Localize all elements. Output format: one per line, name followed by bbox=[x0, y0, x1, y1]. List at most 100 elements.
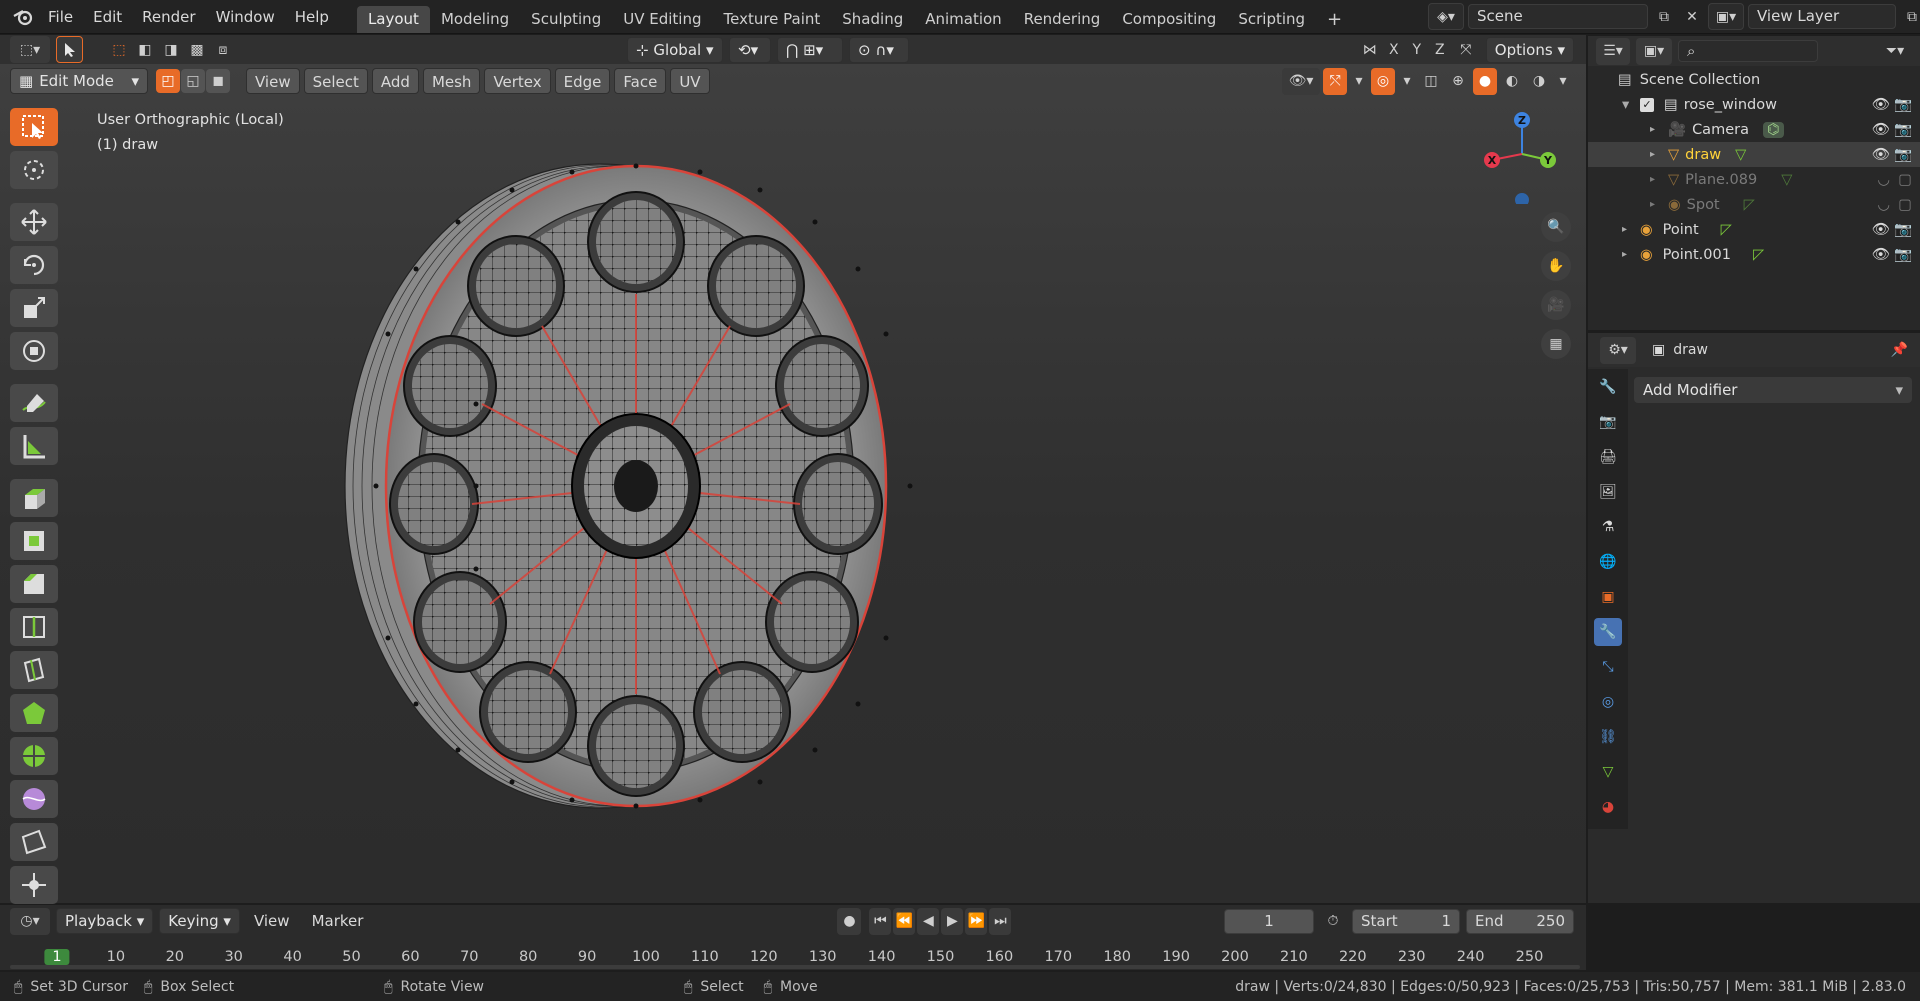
collapse-arrow-icon[interactable]: ▾ bbox=[1622, 97, 1640, 113]
menu-window[interactable]: Window bbox=[206, 0, 285, 34]
new-scene-icon[interactable]: ⧉ bbox=[1652, 3, 1676, 30]
face-select-icon[interactable]: ◼ bbox=[206, 69, 230, 93]
outliner-item-draw[interactable]: ▸ ▽ draw ▽ 👁 📷 bbox=[1588, 142, 1920, 167]
delete-scene-icon[interactable]: ✕ bbox=[1680, 3, 1704, 30]
outliner-item-rose-window[interactable]: ▾ ✓ ▤ rose_window 👁 📷 bbox=[1588, 92, 1920, 117]
vertex-select-icon[interactable]: ◰ bbox=[156, 69, 180, 93]
intersect-selection-icon[interactable]: ⧈ bbox=[211, 36, 235, 63]
tool-settings-tab-icon[interactable]: 🔧 bbox=[1594, 373, 1622, 401]
view-layer-tab-icon[interactable]: 🖼 bbox=[1594, 478, 1622, 506]
measure-icon[interactable] bbox=[10, 427, 58, 465]
shading-dropdown-icon[interactable]: ▾ bbox=[1554, 68, 1572, 95]
filter-icon[interactable]: ⏷▾ bbox=[1878, 38, 1912, 65]
outliner-search-input[interactable]: ⌕ bbox=[1678, 40, 1818, 62]
object-tab-icon[interactable]: ▣ bbox=[1594, 583, 1622, 611]
camera-render-icon[interactable]: ▢ bbox=[1898, 197, 1912, 213]
menu-face[interactable]: Face bbox=[614, 68, 667, 94]
smooth-icon[interactable] bbox=[10, 780, 58, 818]
camera-render-icon[interactable]: 📷 bbox=[1894, 221, 1912, 238]
checkbox-icon[interactable]: ✓ bbox=[1640, 97, 1654, 112]
tab-scripting[interactable]: Scripting bbox=[1227, 6, 1316, 33]
mesh-data-tab-icon[interactable]: ▽ bbox=[1594, 758, 1622, 786]
outliner-type-icon[interactable]: ☰▾ bbox=[1596, 37, 1630, 65]
annotate-icon[interactable] bbox=[10, 384, 58, 422]
modifier-tab-icon[interactable]: 🔧 bbox=[1594, 618, 1622, 646]
snap-dropdown[interactable]: ⋂ ⊞▾ bbox=[777, 36, 843, 63]
blender-logo-icon[interactable] bbox=[8, 3, 38, 30]
mirror-z-toggle[interactable]: Z bbox=[1430, 36, 1450, 63]
visibility-dropdown-icon[interactable]: 👁▾ bbox=[1282, 67, 1320, 95]
proportional-edit-dropdown[interactable]: ⊙ ∩▾ bbox=[849, 36, 909, 63]
menu-view[interactable]: View bbox=[246, 68, 300, 94]
render-tab-icon[interactable]: 📷 bbox=[1594, 408, 1622, 436]
tab-uv-editing[interactable]: UV Editing bbox=[612, 6, 712, 33]
scale-icon[interactable] bbox=[10, 289, 58, 327]
camera-render-icon[interactable]: 📷 bbox=[1894, 146, 1912, 163]
scene-icon[interactable]: ◈▾ bbox=[1428, 3, 1464, 30]
bevel-icon[interactable] bbox=[10, 565, 58, 603]
physics-tab-icon[interactable]: ◎ bbox=[1594, 688, 1622, 716]
shear-icon[interactable] bbox=[10, 823, 58, 861]
pivot-dropdown[interactable]: ⟲▾ bbox=[729, 36, 771, 63]
frame-ruler[interactable]: 1 10 20 30 40 50 60 70 80 90 100 110 120 130 140 150 160… bbox=[0, 905, 1586, 970]
loop-cut-icon[interactable] bbox=[10, 608, 58, 646]
world-tab-icon[interactable]: 🌐 bbox=[1594, 548, 1622, 576]
outliner-item-spot[interactable]: ▸ ◉ Spot ◸ ◡ ▢ bbox=[1588, 192, 1920, 217]
menu-file[interactable]: File bbox=[38, 0, 83, 34]
zoom-icon[interactable]: 🔍 bbox=[1541, 212, 1571, 242]
menu-vertex[interactable]: Vertex bbox=[484, 68, 551, 94]
editor-type-icon[interactable]: ⬚▾ bbox=[10, 36, 50, 63]
tab-animation[interactable]: Animation bbox=[914, 6, 1012, 33]
add-workspace-button[interactable]: + bbox=[1316, 6, 1353, 33]
outliner-item-camera[interactable]: ▸ 🎥 Camera ⌬ 👁 📷 bbox=[1588, 117, 1920, 142]
menu-help[interactable]: Help bbox=[285, 0, 339, 34]
3d-viewport[interactable] bbox=[0, 64, 1586, 903]
eye-closed-icon[interactable]: ◡ bbox=[1877, 172, 1890, 188]
pan-hand-icon[interactable]: ✋ bbox=[1541, 251, 1571, 281]
view-layer-icon[interactable]: ▣▾ bbox=[1708, 3, 1744, 30]
move-icon[interactable] bbox=[10, 203, 58, 241]
properties-type-icon[interactable]: ⚙▾ bbox=[1600, 336, 1636, 364]
shrink-fatten-icon[interactable] bbox=[10, 866, 58, 904]
rendered-shading-icon[interactable]: ◑ bbox=[1527, 68, 1551, 95]
camera-render-icon[interactable]: ▢ bbox=[1898, 172, 1912, 188]
add-modifier-dropdown[interactable]: Add Modifier ▾ bbox=[1634, 377, 1912, 403]
expand-arrow-icon[interactable]: ▸ bbox=[1622, 249, 1640, 260]
outliner-item-point-001[interactable]: ▸ ◉ Point.001 ◸ 👁 📷 bbox=[1588, 242, 1920, 267]
expand-arrow-icon[interactable]: ▸ bbox=[1622, 224, 1640, 235]
expand-arrow-icon[interactable]: ▸ bbox=[1650, 174, 1668, 185]
overlay-toggle-icon[interactable]: ◎ bbox=[1371, 67, 1395, 95]
menu-add[interactable]: Add bbox=[371, 68, 419, 94]
set-selection-icon[interactable]: ⬚ bbox=[107, 36, 131, 63]
tab-modeling[interactable]: Modeling bbox=[430, 6, 520, 33]
view-layer-field[interactable]: View Layer bbox=[1748, 4, 1896, 29]
material-shading-icon[interactable]: ◐ bbox=[1500, 68, 1524, 95]
eye-icon[interactable]: 👁 bbox=[1872, 221, 1890, 238]
subtract-selection-icon[interactable]: ◨ bbox=[159, 36, 183, 63]
eye-icon[interactable]: 👁 bbox=[1872, 96, 1890, 113]
wireframe-shading-icon[interactable]: ⊕ bbox=[1446, 68, 1470, 95]
spin-icon[interactable] bbox=[10, 737, 58, 775]
extend-selection-icon[interactable]: ◧ bbox=[133, 36, 157, 63]
tab-sculpting[interactable]: Sculpting bbox=[520, 6, 612, 33]
invert-selection-icon[interactable]: ▩ bbox=[185, 36, 209, 63]
outliner-root[interactable]: ▤ Scene Collection bbox=[1588, 67, 1920, 92]
inset-icon[interactable] bbox=[10, 522, 58, 560]
timeline-scrollbar[interactable] bbox=[10, 965, 1580, 969]
scene-name-field[interactable]: Scene bbox=[1468, 4, 1648, 29]
camera-view-icon[interactable]: 🎥 bbox=[1541, 290, 1571, 320]
rose-window-mesh[interactable] bbox=[0, 64, 1586, 903]
navigation-gizmo[interactable]: Z X Y bbox=[1480, 104, 1560, 204]
particles-tab-icon[interactable]: ⤡ bbox=[1594, 653, 1622, 681]
gizmo-dropdown-icon[interactable]: ▾ bbox=[1350, 68, 1368, 95]
scene-tab-icon[interactable]: ⚗ bbox=[1594, 513, 1622, 541]
menu-mesh[interactable]: Mesh bbox=[422, 68, 481, 94]
xray-toggle-icon[interactable]: ◫ bbox=[1419, 68, 1443, 95]
menu-edge[interactable]: Edge bbox=[554, 68, 611, 94]
auto-merge-icon[interactable]: ⤧ bbox=[1453, 36, 1479, 63]
extrude-icon[interactable] bbox=[10, 479, 58, 517]
expand-arrow-icon[interactable]: ▸ bbox=[1650, 149, 1668, 160]
tab-layout[interactable]: Layout bbox=[356, 6, 430, 33]
overlay-dropdown-icon[interactable]: ▾ bbox=[1398, 68, 1416, 95]
menu-edit[interactable]: Edit bbox=[83, 0, 132, 34]
